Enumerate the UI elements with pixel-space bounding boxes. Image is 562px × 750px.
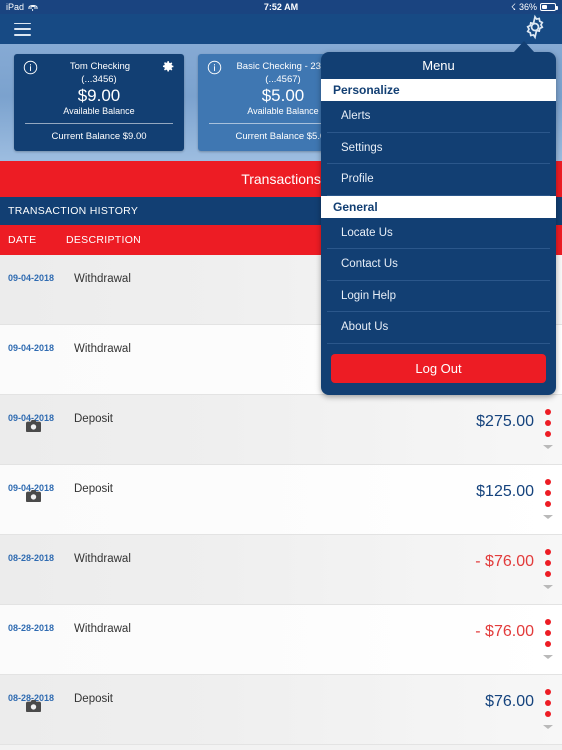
menu-item-login-help[interactable]: Login Help — [327, 281, 550, 312]
transaction-description: Withdrawal — [74, 553, 131, 565]
more-options-icon[interactable] — [545, 479, 551, 485]
status-bar: iPad 7:52 AM ☇ 36% — [0, 0, 562, 14]
menu-section-header-personalize: Personalize — [321, 79, 556, 101]
status-bar-time: 7:52 AM — [263, 2, 299, 12]
gear-icon[interactable] — [162, 60, 175, 73]
transaction-description: Deposit — [74, 693, 113, 705]
bluetooth-icon: ☇ — [510, 1, 516, 12]
row-actions — [543, 479, 553, 519]
settings-gear-button[interactable] — [522, 14, 548, 45]
more-options-icon[interactable] — [545, 571, 551, 577]
table-row[interactable]: 09-04-2018 Deposit $275.00 — [0, 395, 562, 465]
more-options-icon[interactable] — [545, 490, 551, 496]
transaction-description: Deposit — [74, 413, 113, 425]
divider — [25, 123, 173, 124]
menu-item-alerts[interactable]: Alerts — [327, 101, 550, 133]
column-header-date: DATE — [8, 234, 37, 246]
more-options-icon[interactable] — [545, 619, 551, 625]
logout-container: Log Out — [321, 344, 556, 395]
row-actions — [543, 409, 553, 449]
account-current-balance: Current Balance $9.00 — [51, 131, 147, 142]
chevron-down-icon[interactable] — [543, 725, 553, 729]
more-options-icon[interactable] — [545, 711, 551, 717]
menu-item-settings[interactable]: Settings — [327, 133, 550, 164]
camera-icon[interactable] — [26, 419, 41, 432]
table-row[interactable]: 09-04-2018 Deposit $125.00 — [0, 465, 562, 535]
battery-icon — [540, 3, 558, 11]
top-nav-bar — [0, 14, 562, 44]
more-options-icon[interactable] — [545, 630, 551, 636]
table-row[interactable]: 08-28-2018 Withdrawal - $76.00 — [0, 605, 562, 675]
camera-icon[interactable] — [26, 699, 41, 712]
table-row[interactable]: 08-28-2018 Deposit $76.00 — [0, 675, 562, 745]
more-options-icon[interactable] — [545, 689, 551, 695]
more-options-icon[interactable] — [545, 501, 551, 507]
logout-button[interactable]: Log Out — [331, 353, 546, 383]
transaction-date: 08-28-2018 — [8, 623, 55, 633]
menu-item-about-us[interactable]: About Us — [327, 312, 550, 344]
row-actions — [543, 689, 553, 729]
camera-icon[interactable] — [26, 489, 41, 502]
settings-menu-popover: Menu Personalize Alerts Settings Profile… — [321, 52, 556, 395]
table-row[interactable]: 08-28-2018 Withdrawal - $76.00 — [0, 535, 562, 605]
more-options-icon[interactable] — [545, 420, 551, 426]
account-available-amount: $9.00 — [77, 86, 121, 105]
more-options-icon[interactable] — [545, 700, 551, 706]
more-options-icon[interactable] — [545, 409, 551, 415]
battery-percent-label: 36% — [518, 2, 537, 12]
info-circle-icon[interactable] — [207, 60, 222, 75]
chevron-down-icon[interactable] — [543, 585, 553, 589]
more-options-icon[interactable] — [545, 641, 551, 647]
hamburger-icon[interactable] — [14, 22, 31, 36]
row-actions — [543, 619, 553, 659]
menu-title: Menu — [422, 58, 455, 73]
chevron-down-icon[interactable] — [543, 655, 553, 659]
account-card-primary[interactable]: Tom Checking (...3456) $9.00 Available B… — [14, 54, 184, 151]
account-available-label: Available Balance — [63, 106, 135, 116]
more-options-icon[interactable] — [545, 549, 551, 555]
info-circle-icon[interactable] — [23, 60, 38, 75]
status-bar-right: ☇ 36% — [510, 1, 558, 12]
transaction-history-label: TRANSACTION HISTORY — [8, 205, 139, 217]
account-name: Tom Checking — [69, 61, 131, 72]
row-actions — [543, 549, 553, 589]
more-options-icon[interactable] — [545, 431, 551, 437]
transaction-date: 09-04-2018 — [8, 343, 55, 353]
transaction-date: 08-28-2018 — [8, 553, 55, 563]
more-options-icon[interactable] — [545, 560, 551, 566]
page-title: Transactions — [241, 171, 321, 187]
menu-section-header-general: General — [321, 195, 556, 218]
menu-item-contact-us[interactable]: Contact Us — [327, 249, 550, 281]
account-mask: (...3456) — [81, 74, 117, 85]
menu-item-profile[interactable]: Profile — [327, 164, 550, 196]
transaction-description: Deposit — [74, 483, 113, 495]
transaction-date: 09-04-2018 — [8, 273, 55, 283]
menu-item-locate-us[interactable]: Locate Us — [327, 218, 550, 249]
chevron-down-icon[interactable] — [543, 515, 553, 519]
chevron-down-icon[interactable] — [543, 445, 553, 449]
popover-arrow — [513, 41, 535, 53]
account-card-header: Tom Checking — [23, 60, 175, 75]
transaction-description: Withdrawal — [74, 623, 131, 635]
